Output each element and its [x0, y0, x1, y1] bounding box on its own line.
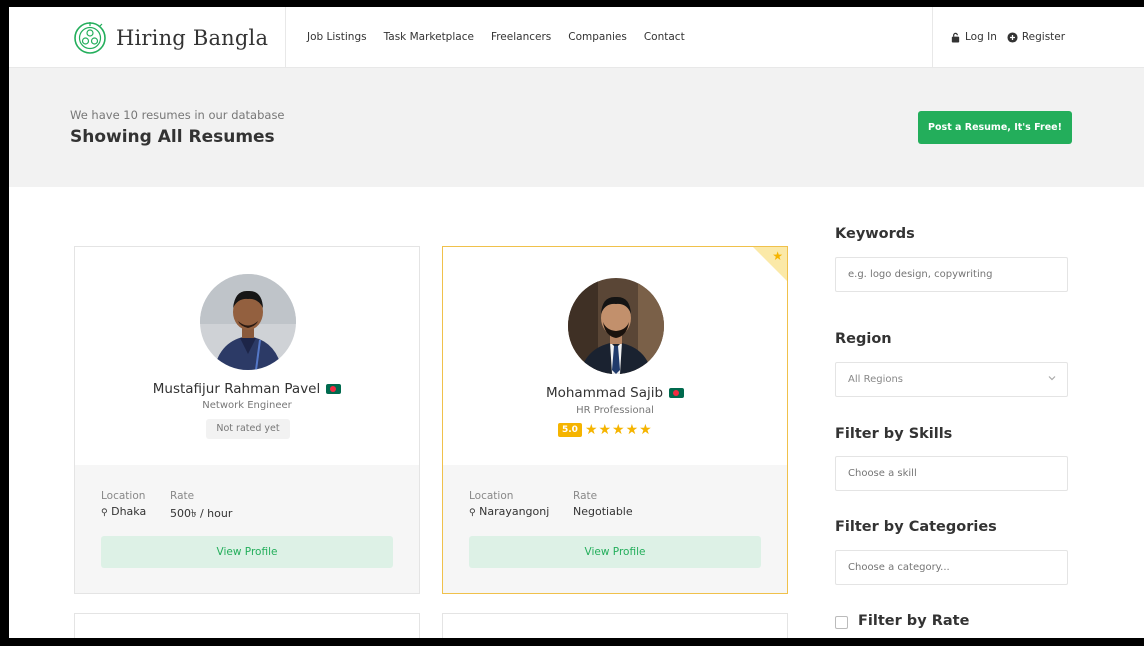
card-footer: Location ⚲ Dhaka Rate 500৳ / hour View P… — [75, 465, 419, 593]
candidate-name[interactable]: Mohammad Sajib — [546, 385, 663, 401]
candidate-name-row: Mohammad Sajib — [443, 385, 787, 401]
location-value: ⚲ Dhaka — [101, 505, 147, 518]
star-icon: ★ — [772, 249, 783, 263]
bangladesh-flag-icon — [669, 388, 685, 398]
nav-job-listings[interactable]: Job Listings — [307, 31, 367, 43]
page-title: Showing All Resumes — [70, 127, 275, 147]
location-label: Location — [469, 490, 514, 502]
nav-contact[interactable]: Contact — [644, 31, 685, 43]
resume-card-featured[interactable]: ★ Mohammad Sajib HR Professional 5.0 ★★★… — [442, 246, 788, 594]
skills-heading: Filter by Skills — [835, 426, 953, 442]
region-selected-value: All Regions — [848, 374, 904, 385]
candidate-role: Network Engineer — [202, 400, 292, 411]
categories-heading: Filter by Categories — [835, 519, 997, 535]
star-rating: 5.0 ★★★★★ — [558, 422, 653, 438]
avatar — [200, 274, 296, 370]
page-titlebar: We have 10 resumes in our database Showi… — [9, 68, 1144, 187]
browser-viewport: Hiring Bangla Job Listings Task Marketpl… — [9, 7, 1144, 638]
rate-label: Rate — [170, 490, 195, 502]
rate-value: Negotiable — [573, 505, 633, 518]
main-nav: Job Listings Task Marketplace Freelancer… — [307, 31, 685, 43]
auth-links: Log In Register — [950, 31, 1065, 43]
location-label: Location — [101, 490, 146, 502]
nav-freelancers[interactable]: Freelancers — [491, 31, 551, 43]
logo[interactable]: Hiring Bangla — [73, 21, 268, 55]
rating-badge: Not rated yet — [206, 419, 290, 439]
avatar — [568, 278, 664, 374]
plus-circle-icon — [1007, 31, 1018, 43]
resume-card[interactable] — [442, 613, 788, 638]
region-heading: Region — [835, 331, 892, 347]
keywords-input[interactable] — [835, 257, 1068, 292]
resume-card[interactable]: Mustafijur Rahman Pavel Network Engineer… — [74, 246, 420, 594]
resume-count: We have 10 resumes in our database — [70, 108, 285, 122]
site-header: Hiring Bangla Job Listings Task Marketpl… — [9, 7, 1144, 68]
brand-name: Hiring Bangla — [116, 26, 269, 50]
card-footer: Location ⚲ Narayangonj Rate Negotiable V… — [443, 465, 787, 593]
divider — [932, 7, 933, 68]
region-select[interactable]: All Regions — [835, 362, 1068, 397]
nav-companies[interactable]: Companies — [568, 31, 627, 43]
categories-input[interactable] — [835, 550, 1068, 585]
candidate-role: HR Professional — [576, 405, 654, 416]
logo-icon — [74, 22, 106, 54]
post-resume-button[interactable]: Post a Resume, It's Free! — [918, 111, 1072, 144]
rate-label: Rate — [573, 490, 598, 502]
skills-input[interactable] — [835, 456, 1068, 491]
view-profile-button[interactable]: View Profile — [101, 536, 393, 568]
location-value: ⚲ Narayangonj — [469, 505, 550, 518]
chevron-down-icon — [1048, 376, 1056, 381]
rate-value: 500৳ / hour — [170, 507, 233, 520]
divider — [285, 7, 286, 68]
bangladesh-flag-icon — [326, 384, 342, 394]
resume-card[interactable] — [74, 613, 420, 638]
view-profile-button[interactable]: View Profile — [469, 536, 761, 568]
map-pin-icon: ⚲ — [469, 508, 476, 518]
stars-icon: ★★★★★ — [584, 422, 653, 438]
login-label: Log In — [965, 31, 997, 43]
rating-score: 5.0 — [558, 423, 582, 437]
register-label: Register — [1021, 31, 1066, 43]
keywords-heading: Keywords — [835, 226, 915, 242]
rate-filter-heading[interactable]: Filter by Rate — [858, 613, 969, 629]
nav-task-marketplace[interactable]: Task Marketplace — [384, 31, 474, 43]
lock-icon — [951, 32, 960, 43]
candidate-name-row: Mustafijur Rahman Pavel — [75, 381, 419, 397]
register-link[interactable]: Register — [1007, 31, 1065, 43]
candidate-name[interactable]: Mustafijur Rahman Pavel — [153, 381, 321, 397]
login-link[interactable]: Log In — [950, 31, 997, 43]
map-pin-icon: ⚲ — [101, 508, 108, 518]
rate-filter-checkbox[interactable] — [835, 616, 848, 629]
